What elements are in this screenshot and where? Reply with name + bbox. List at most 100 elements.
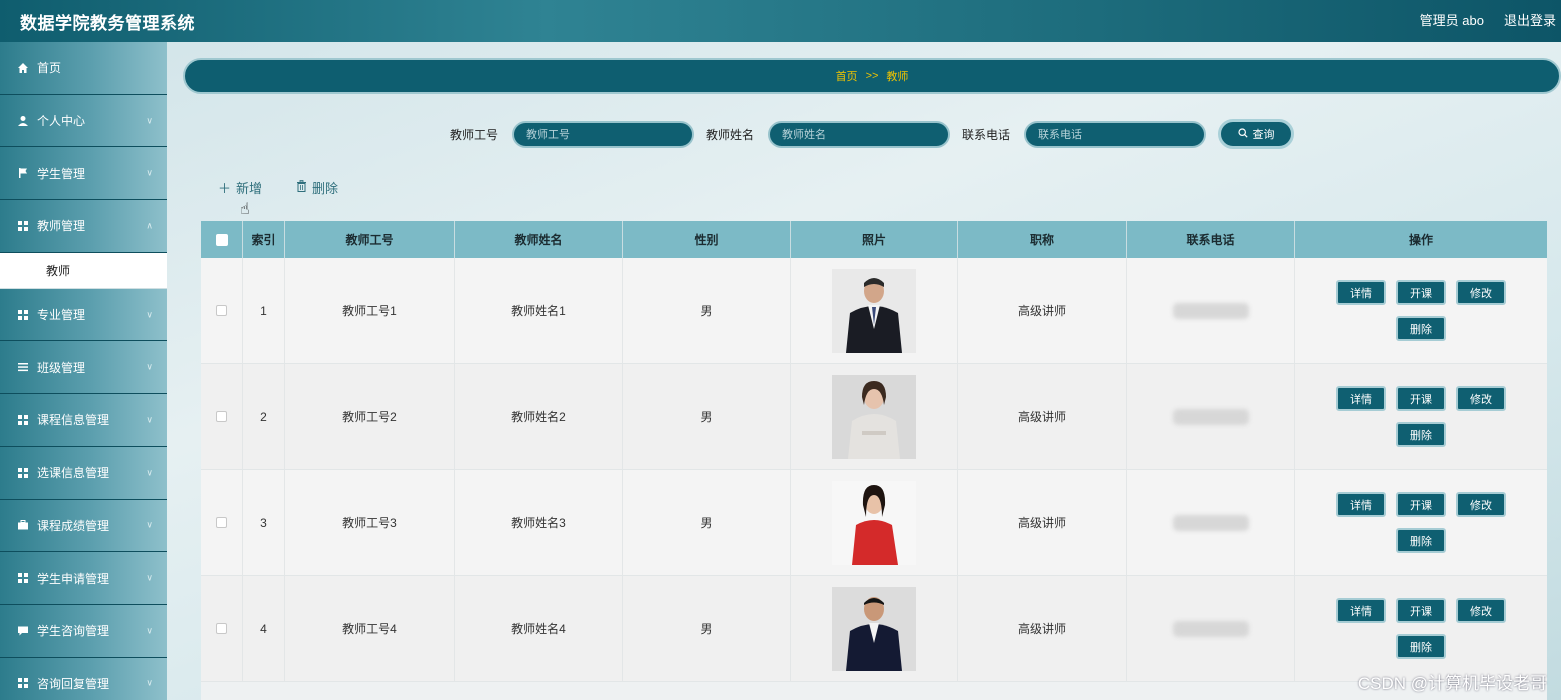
select-all-checkbox[interactable]: [215, 233, 228, 246]
row-operations: 详情 开课 修改 删除: [1295, 576, 1547, 681]
row-checkbox[interactable]: [216, 305, 227, 316]
flag-icon: [17, 167, 29, 179]
sidebar-item-majors[interactable]: 专业管理 ∨: [0, 288, 167, 342]
sidebar-item-applications[interactable]: 学生申请管理 ∨: [0, 552, 167, 605]
row-operations: 详情 开课 修改 删除: [1295, 470, 1547, 575]
search-bar: 教师工号 教师工号 教师姓名 教师姓名 联系电话 联系电话 查询: [450, 119, 1295, 149]
sidebar-item-enrollment[interactable]: 选课信息管理 ∨: [0, 446, 167, 500]
add-button[interactable]: ＋ 新增: [218, 178, 262, 197]
chevron-down-icon: ∨: [146, 677, 153, 688]
search-button[interactable]: 查询: [1218, 119, 1295, 149]
row-phone-cell: [1127, 364, 1295, 469]
table-header: 索引 教师工号 教师姓名 性别 照片 职称 联系电话 操作: [201, 221, 1547, 258]
teacher-no-input[interactable]: 教师工号: [512, 120, 695, 148]
breadcrumb: 首页 >> 教师: [183, 58, 1561, 94]
row-index: 2: [243, 364, 285, 469]
row-sex: 男: [623, 576, 791, 681]
row-teacher-name: 教师姓名1: [455, 258, 623, 363]
sidebar-item-grades[interactable]: 课程成绩管理 ∨: [0, 499, 167, 553]
open-course-button[interactable]: 开课: [1396, 280, 1446, 305]
grid-icon: [17, 572, 29, 584]
grid-icon: [17, 309, 29, 321]
detail-button[interactable]: 详情: [1336, 492, 1386, 517]
sidebar-subitem-teacher[interactable]: 教师: [0, 252, 167, 289]
chevron-up-icon: ∧: [146, 220, 153, 231]
row-operations: 详情 开课 修改 删除: [1295, 258, 1547, 363]
open-course-button[interactable]: 开课: [1396, 492, 1446, 517]
row-index: 3: [243, 470, 285, 575]
teacher-name-label: 教师姓名: [706, 127, 755, 142]
sidebar-item-classes[interactable]: 班级管理 ∨: [0, 341, 167, 395]
delete-button-label: 删除: [312, 181, 339, 196]
teacher-name-input[interactable]: 教师姓名: [768, 120, 951, 148]
delete-row-button[interactable]: 删除: [1396, 422, 1446, 447]
row-title: 高级讲师: [958, 470, 1127, 575]
sidebar-item-label: 个人中心: [37, 114, 86, 129]
sidebar-item-personal[interactable]: 个人中心 ∨: [0, 94, 167, 148]
open-course-button[interactable]: 开课: [1396, 598, 1446, 623]
row-checkbox[interactable]: [216, 517, 227, 528]
row-photo-cell: [791, 470, 958, 575]
delete-row-button[interactable]: 删除: [1396, 528, 1446, 553]
row-check-cell: [201, 576, 243, 681]
breadcrumb-home[interactable]: 首页: [836, 68, 858, 84]
detail-button[interactable]: 详情: [1336, 280, 1386, 305]
header-title: 职称: [958, 221, 1127, 258]
teacher-table: 索引 教师工号 教师姓名 性别 照片 职称 联系电话 操作 1 教师工号1 教师…: [201, 221, 1547, 700]
sidebar-item-label: 学生管理: [37, 166, 86, 181]
logout-link[interactable]: 退出登录: [1504, 10, 1556, 29]
detail-button[interactable]: 详情: [1336, 598, 1386, 623]
row-teacher-no: 教师工号1: [285, 258, 455, 363]
header-photo: 照片: [791, 221, 958, 258]
row-check-cell: [201, 258, 243, 363]
list-icon: [17, 361, 29, 373]
phone-input[interactable]: 联系电话: [1024, 120, 1207, 148]
sidebar-item-teachers[interactable]: 教师管理 ∧: [0, 200, 167, 253]
detail-button[interactable]: 详情: [1336, 386, 1386, 411]
delete-button[interactable]: 删除: [296, 178, 338, 197]
briefcase-icon: [17, 519, 29, 531]
row-teacher-no: 教师工号4: [285, 576, 455, 681]
sidebar-item-consultations[interactable]: 学生咨询管理 ∨: [0, 604, 167, 658]
chevron-down-icon: ∨: [146, 572, 153, 583]
sidebar-item-students[interactable]: 学生管理 ∨: [0, 147, 167, 201]
edit-button[interactable]: 修改: [1456, 492, 1506, 517]
phone-blurred-value: [1172, 302, 1249, 319]
teacher-no-label: 教师工号: [450, 127, 499, 142]
header-phone: 联系电话: [1127, 221, 1295, 258]
table-row: 4 教师工号4 教师姓名4 男 高级讲师 详情 开课 修改 删除: [201, 576, 1547, 682]
row-phone-cell: [1127, 576, 1295, 681]
row-sex: 男: [623, 364, 791, 469]
grid-icon: [17, 677, 29, 689]
sidebar-item-home[interactable]: 首页: [0, 42, 167, 95]
sidebar-item-replies[interactable]: 咨询回复管理 ∨: [0, 657, 167, 700]
hand-cursor-icon: ☝: [240, 201, 250, 218]
phone-blurred-value: [1172, 514, 1249, 531]
table-row: 1 教师工号1 教师姓名1 男 高级讲师 详情 开课 修改 删除: [201, 258, 1547, 364]
chevron-down-icon: ∨: [146, 309, 153, 320]
sidebar-item-courses[interactable]: 课程信息管理 ∨: [0, 394, 167, 447]
sidebar-item-label: 学生咨询管理: [37, 624, 110, 639]
sidebar-item-label: 课程成绩管理: [37, 518, 110, 533]
table-row: 2 教师工号2 教师姓名2 男 高级讲师 详情 开课 修改 删除: [201, 364, 1547, 470]
edit-button[interactable]: 修改: [1456, 386, 1506, 411]
row-teacher-no: 教师工号3: [285, 470, 455, 575]
header-teacher-name: 教师姓名: [455, 221, 623, 258]
edit-button[interactable]: 修改: [1456, 598, 1506, 623]
row-sex: 男: [623, 258, 791, 363]
sidebar-item-label: 咨询回复管理: [37, 676, 110, 691]
sidebar-item-label: 学生申请管理: [37, 571, 110, 586]
row-checkbox[interactable]: [216, 411, 227, 422]
chevron-down-icon: ∨: [146, 625, 153, 636]
row-checkbox[interactable]: [216, 623, 227, 634]
row-title: 高级讲师: [958, 258, 1127, 363]
row-photo-cell: [791, 258, 958, 363]
delete-row-button[interactable]: 删除: [1396, 316, 1446, 341]
edit-button[interactable]: 修改: [1456, 280, 1506, 305]
phone-blurred-value: [1172, 408, 1249, 425]
delete-row-button[interactable]: 删除: [1396, 634, 1446, 659]
toolbar: ＋ 新增 删除: [218, 178, 338, 197]
row-teacher-name: 教师姓名4: [455, 576, 623, 681]
chevron-down-icon: ∨: [146, 467, 153, 478]
open-course-button[interactable]: 开课: [1396, 386, 1446, 411]
